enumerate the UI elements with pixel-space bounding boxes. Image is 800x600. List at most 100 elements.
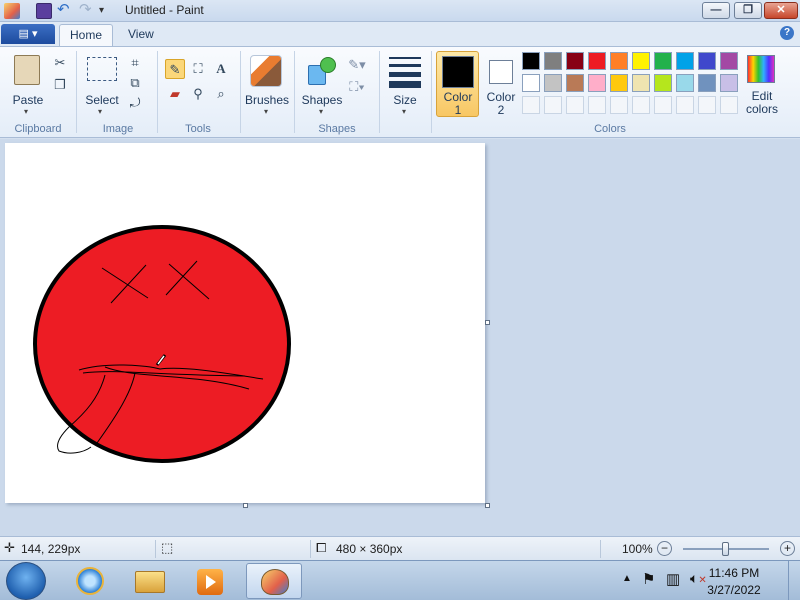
media-player-icon[interactable]	[182, 563, 238, 599]
undo-icon[interactable]: ↶	[57, 2, 73, 19]
palette-swatch[interactable]	[720, 52, 738, 70]
resize-handle-corner[interactable]	[485, 503, 490, 508]
tab-view[interactable]: View	[118, 24, 164, 46]
palette-swatch[interactable]	[544, 74, 562, 92]
color-1-button[interactable]: Color 1	[436, 51, 479, 117]
crop-icon[interactable]: ⌗	[125, 53, 145, 73]
action-center-flag-icon[interactable]: ⚑	[642, 570, 655, 588]
palette-swatch[interactable]	[720, 96, 738, 114]
zoom-in-button[interactable]: +	[780, 541, 795, 556]
image-size: 480 × 360px	[336, 542, 403, 556]
title-bar: ↶ ↷ ▾ Untitled - Paint — ❐ ✕	[0, 0, 800, 22]
palette-swatch[interactable]	[632, 52, 650, 70]
customize-toolbar-icon[interactable]: ▾	[99, 3, 115, 19]
shapes-label: Shapes	[301, 93, 343, 107]
palette-swatch[interactable]	[654, 74, 672, 92]
eraser-icon[interactable]: ▰	[165, 84, 185, 104]
select-button[interactable]: Select ▾	[84, 51, 120, 116]
shapes-button[interactable]: Shapes ▾	[300, 51, 344, 116]
pencil-icon[interactable]: ✎	[165, 59, 185, 79]
select-dropdown-icon: ▾	[98, 107, 103, 116]
fill-bucket-icon[interactable]: ⛶	[188, 59, 208, 79]
palette-swatch[interactable]	[698, 74, 716, 92]
palette-swatch[interactable]	[632, 96, 650, 114]
close-button[interactable]: ✕	[764, 2, 798, 19]
palette-swatch[interactable]	[566, 52, 584, 70]
palette-swatch[interactable]	[522, 74, 540, 92]
paste-dropdown-icon: ▾	[24, 107, 29, 116]
palette-swatch[interactable]	[698, 52, 716, 70]
edit-colors-button[interactable]: Edit colors	[743, 51, 781, 117]
color-picker-icon[interactable]: ⚲	[188, 84, 208, 104]
palette-swatch[interactable]	[610, 96, 628, 114]
palette-swatch[interactable]	[610, 52, 628, 70]
tab-home[interactable]: Home	[59, 24, 114, 46]
ribbon: Paste ▾ ✂ ❐ Clipboard Select ▾ ⌗ ⧉ ⤾ Ima…	[0, 46, 800, 138]
palette-swatch[interactable]	[522, 96, 540, 114]
select-label: Select	[85, 93, 119, 107]
copy-icon[interactable]: ❐	[50, 75, 70, 95]
palette-swatch[interactable]	[654, 52, 672, 70]
save-icon[interactable]	[36, 3, 52, 19]
palette-swatch[interactable]	[698, 96, 716, 114]
palette-swatch[interactable]	[566, 74, 584, 92]
fill-icon[interactable]: ⛶▾	[347, 77, 367, 97]
drawing-svg	[33, 225, 291, 463]
magnifier-icon[interactable]: ⌕	[211, 84, 231, 104]
resize-handle-right[interactable]	[485, 320, 490, 325]
outline-icon[interactable]: ✎▾	[347, 55, 367, 75]
redo-icon[interactable]: ↷	[79, 2, 95, 19]
help-button[interactable]: ?	[780, 26, 794, 40]
zoom-slider-thumb[interactable]	[722, 542, 729, 556]
palette-swatch[interactable]	[588, 52, 606, 70]
clipboard-icon	[14, 55, 40, 85]
palette-swatch[interactable]	[654, 96, 672, 114]
canvas-workspace	[0, 139, 800, 536]
separator	[379, 51, 380, 133]
separator	[294, 51, 295, 133]
palette-swatch[interactable]	[676, 96, 694, 114]
rotate-icon[interactable]: ⤾	[125, 93, 145, 113]
drawing-canvas[interactable]	[5, 143, 485, 503]
maximize-button[interactable]: ❐	[734, 2, 762, 19]
color-1-swatch	[442, 56, 474, 88]
text-tool-icon[interactable]: A	[211, 59, 231, 79]
separator	[600, 540, 601, 558]
palette-swatch[interactable]	[544, 96, 562, 114]
size-button[interactable]: Size ▾	[384, 51, 426, 116]
image-group-label: Image	[102, 123, 134, 135]
palette-swatch[interactable]	[610, 74, 628, 92]
palette-swatch[interactable]	[676, 74, 694, 92]
window-title: Untitled - Paint	[125, 3, 204, 17]
palette-swatch[interactable]	[566, 96, 584, 114]
edit-colors-label-line2: colors	[745, 102, 778, 116]
clock-time[interactable]: 11:46 PM	[694, 566, 774, 580]
resize-icon[interactable]: ⧉	[125, 73, 145, 93]
palette-swatch[interactable]	[676, 52, 694, 70]
start-button[interactable]	[6, 562, 46, 600]
paint-app-icon[interactable]	[4, 3, 20, 19]
separator	[155, 540, 156, 558]
cut-icon[interactable]: ✂	[50, 53, 70, 73]
palette-swatch[interactable]	[522, 52, 540, 70]
clock-date[interactable]: 3/27/2022	[694, 583, 774, 597]
minimize-button[interactable]: —	[702, 2, 730, 19]
color-2-button[interactable]: Color 2	[480, 51, 520, 117]
palette-swatch[interactable]	[720, 74, 738, 92]
file-explorer-icon[interactable]	[122, 563, 178, 599]
network-icon[interactable]: ▥	[666, 570, 680, 588]
show-desktop-button[interactable]	[788, 561, 800, 600]
resize-handle-bottom[interactable]	[243, 503, 248, 508]
zoom-out-button[interactable]: −	[657, 541, 672, 556]
internet-explorer-icon[interactable]	[62, 563, 118, 599]
brushes-button[interactable]: Brushes ▾	[244, 51, 290, 116]
paste-button[interactable]: Paste ▾	[8, 51, 48, 116]
paint-taskbar-icon[interactable]	[246, 563, 302, 599]
palette-swatch[interactable]	[632, 74, 650, 92]
image-size-icon: ⧠	[316, 540, 327, 555]
palette-swatch[interactable]	[588, 74, 606, 92]
palette-swatch[interactable]	[544, 52, 562, 70]
palette-swatch[interactable]	[588, 96, 606, 114]
show-hidden-icons-button[interactable]: ▲	[622, 573, 632, 584]
paint-menu-button[interactable]: ▤ ▾	[1, 24, 55, 44]
